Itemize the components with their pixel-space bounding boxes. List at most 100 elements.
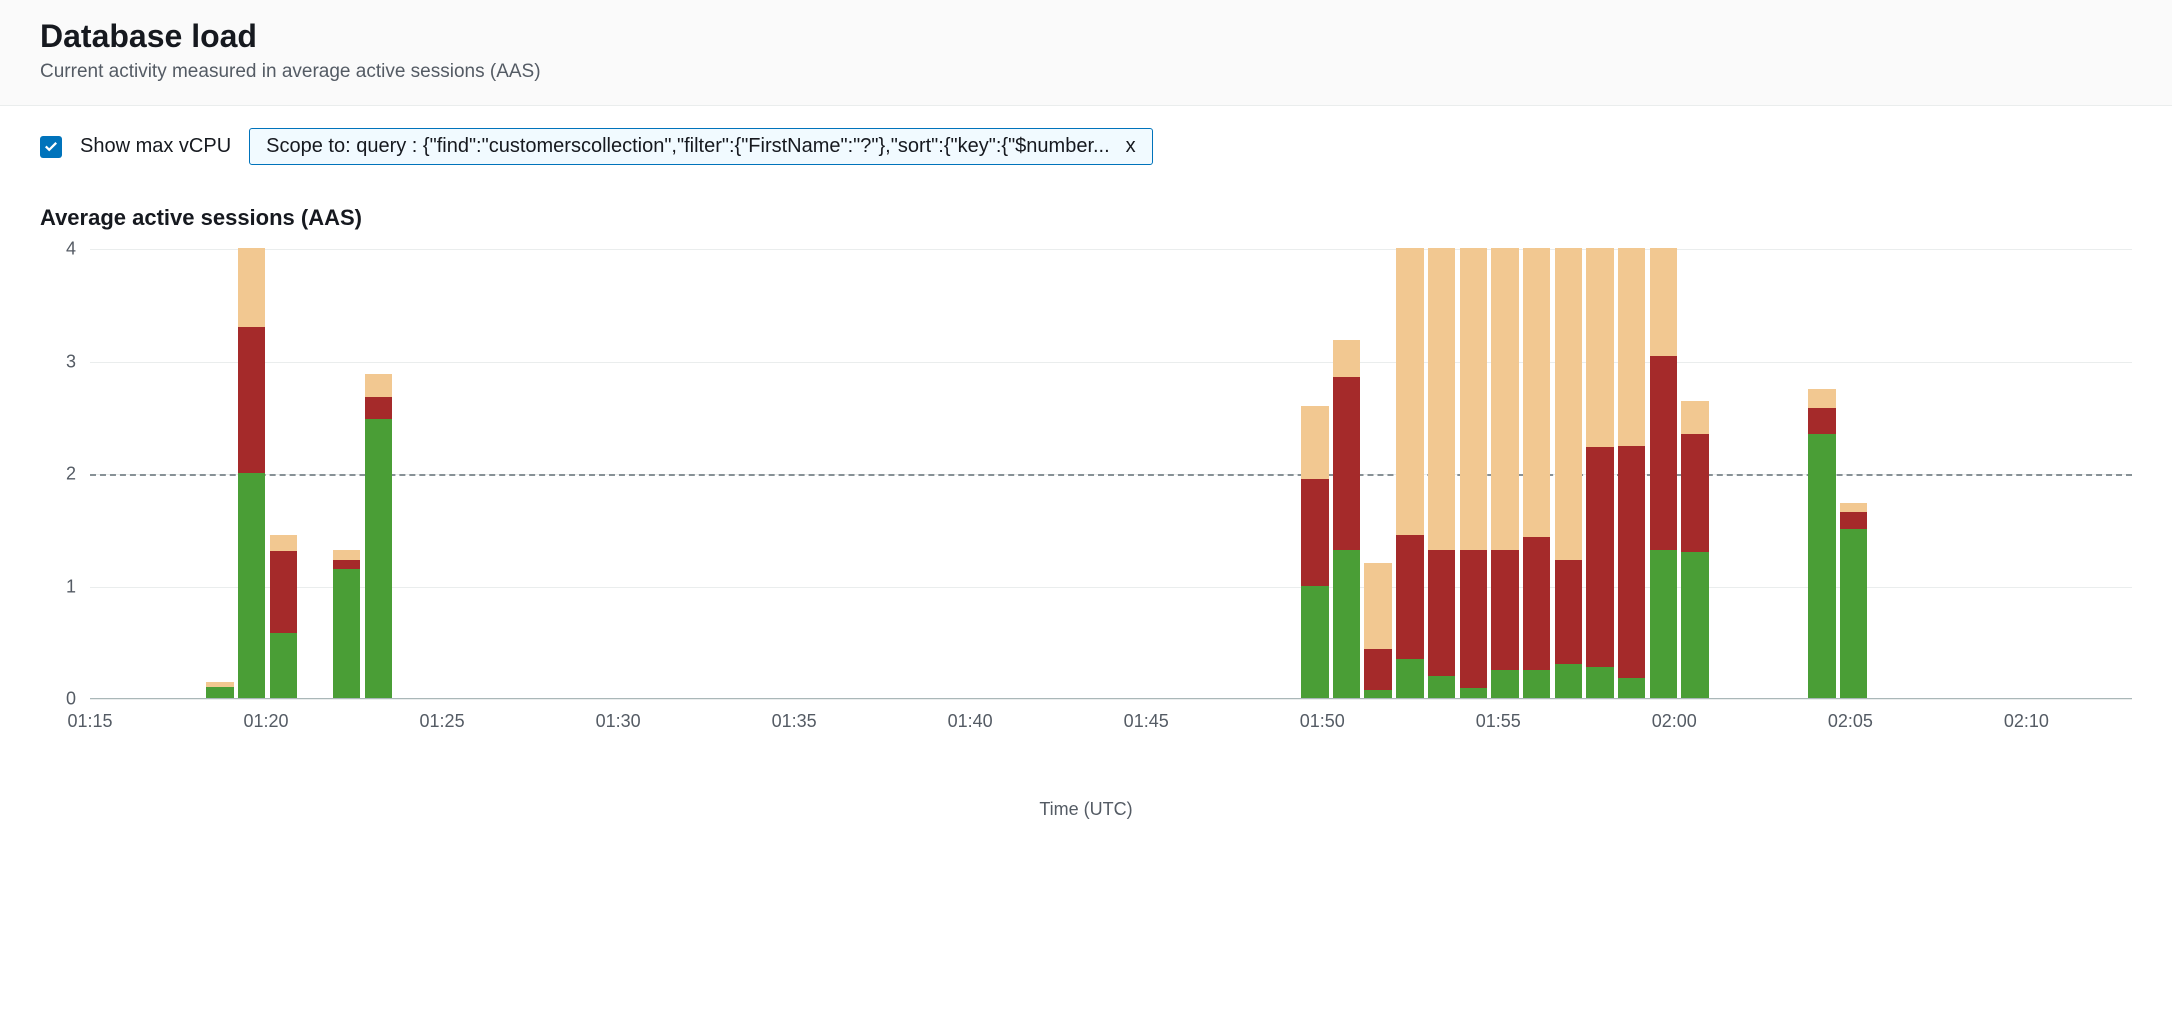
plot-area[interactable] <box>90 249 2132 699</box>
bar-segment-red <box>1618 446 1645 678</box>
bar-segment-green <box>1301 586 1328 699</box>
bar-segment-tan <box>1364 563 1391 649</box>
bar-segment-red <box>1491 550 1518 670</box>
bar-segment-tan <box>1586 248 1613 447</box>
bar-segment-green <box>206 687 233 698</box>
page-title: Database load <box>40 18 2132 55</box>
bar[interactable] <box>1555 248 1582 698</box>
bar-segment-tan <box>1681 401 1708 434</box>
bar-segment-tan <box>1428 248 1455 550</box>
bar[interactable] <box>206 682 233 698</box>
show-max-vcpu-checkbox[interactable] <box>40 136 62 158</box>
x-tick-label: 01:30 <box>596 711 641 732</box>
bar[interactable] <box>1618 248 1645 698</box>
bar[interactable] <box>1460 248 1487 698</box>
bar-segment-red <box>1586 447 1613 666</box>
chart-frame: 01234 <box>40 249 2132 699</box>
bar-segment-red <box>1681 434 1708 552</box>
bar-segment-red <box>1555 560 1582 665</box>
y-tick-label: 2 <box>66 464 76 485</box>
bar-segment-red <box>1333 377 1360 549</box>
scope-filter-chip[interactable]: Scope to: query : {"find":"customerscoll… <box>249 128 1153 165</box>
y-tick-label: 4 <box>66 239 76 260</box>
y-tick-label: 0 <box>66 689 76 710</box>
x-tick-label: 01:35 <box>772 711 817 732</box>
bar-segment-tan <box>1555 248 1582 560</box>
bar-segment-tan <box>1301 406 1328 479</box>
bar[interactable] <box>365 374 392 698</box>
bars-layer <box>90 249 2132 698</box>
chart-title: Average active sessions (AAS) <box>40 205 2132 231</box>
scope-filter-text: Scope to: query : {"find":"customerscoll… <box>266 135 1110 158</box>
bar-segment-red <box>1301 479 1328 586</box>
bar-segment-tan <box>1808 389 1835 408</box>
x-tick-label: 02:10 <box>2004 711 2049 732</box>
bar-segment-green <box>1681 552 1708 698</box>
bar-segment-green <box>1650 550 1677 699</box>
y-axis-gutter: 01234 <box>40 249 90 699</box>
bar-segment-tan <box>1491 248 1518 550</box>
y-tick-label: 1 <box>66 576 76 597</box>
bar-segment-green <box>1428 676 1455 699</box>
bar-segment-green <box>1586 667 1613 699</box>
x-tick-label: 01:50 <box>1300 711 1345 732</box>
bar[interactable] <box>238 248 265 698</box>
bar[interactable] <box>1523 248 1550 698</box>
x-tick-label: 01:25 <box>420 711 465 732</box>
bar-segment-tan <box>1840 503 1867 512</box>
bar-segment-red <box>238 327 265 473</box>
bar-segment-green <box>1396 659 1423 698</box>
bar-segment-tan <box>1618 248 1645 446</box>
bar-segment-tan <box>1650 248 1677 356</box>
x-tick-label: 01:45 <box>1124 711 1169 732</box>
x-tick-label: 01:15 <box>67 711 112 732</box>
bar[interactable] <box>1808 389 1835 698</box>
bar[interactable] <box>1681 401 1708 698</box>
x-tick-label: 02:00 <box>1652 711 1697 732</box>
check-icon <box>43 139 59 155</box>
x-tick-label: 01:55 <box>1476 711 1521 732</box>
scope-filter-clear-icon[interactable]: x <box>1120 135 1136 158</box>
bar-segment-tan <box>1333 340 1360 377</box>
bar[interactable] <box>1364 563 1391 698</box>
x-tick-label: 01:40 <box>948 711 993 732</box>
bar-segment-red <box>1808 408 1835 434</box>
bar-segment-red <box>1396 535 1423 659</box>
bar[interactable] <box>1586 248 1613 698</box>
bar-segment-green <box>1808 434 1835 698</box>
bar-segment-red <box>270 551 297 633</box>
bar-segment-tan <box>333 550 360 560</box>
bar[interactable] <box>270 535 297 698</box>
bar-segment-green <box>365 419 392 698</box>
bar-segment-red <box>1650 356 1677 550</box>
bar[interactable] <box>1428 248 1455 698</box>
bar[interactable] <box>1333 340 1360 698</box>
bar-segment-tan <box>365 374 392 397</box>
x-tick-label: 01:20 <box>244 711 289 732</box>
show-max-vcpu-label: Show max vCPU <box>80 135 231 158</box>
y-tick-label: 3 <box>66 351 76 372</box>
x-axis-title: Time (UTC) <box>40 759 2132 820</box>
bar-segment-green <box>1523 670 1550 698</box>
bar-segment-green <box>238 473 265 698</box>
bar-segment-green <box>270 633 297 698</box>
bar-segment-red <box>1428 550 1455 676</box>
bar-segment-green <box>1333 550 1360 699</box>
bar[interactable] <box>333 550 360 699</box>
bar-segment-red <box>365 397 392 420</box>
bar-segment-tan <box>1523 248 1550 537</box>
bar[interactable] <box>1650 248 1677 698</box>
bar[interactable] <box>1840 503 1867 698</box>
bar-segment-red <box>333 560 360 569</box>
bar-segment-tan <box>238 248 265 327</box>
bar-segment-green <box>1491 670 1518 698</box>
bar-segment-red <box>1460 550 1487 688</box>
bar[interactable] <box>1491 248 1518 698</box>
page-subtitle: Current activity measured in average act… <box>40 61 2132 83</box>
bar-segment-green <box>1840 529 1867 698</box>
bar-segment-green <box>1618 678 1645 698</box>
bar-segment-green <box>333 569 360 698</box>
chart-container: Average active sessions (AAS) 0 1 2 3 4 01:1… <box>0 175 2172 836</box>
bar[interactable] <box>1396 248 1423 698</box>
bar[interactable] <box>1301 406 1328 699</box>
